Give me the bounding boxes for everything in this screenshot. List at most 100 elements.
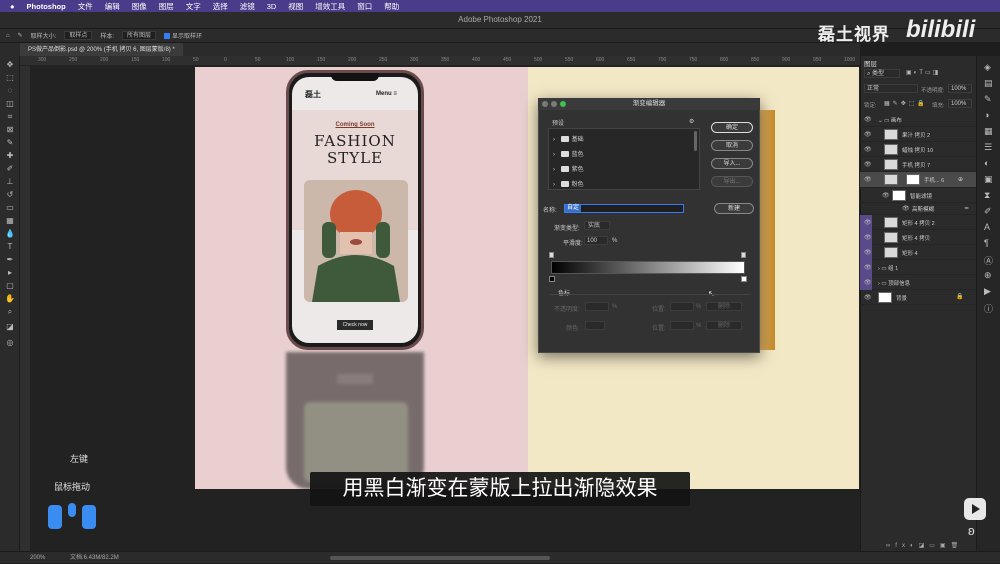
- layer-actions[interactable]: ∞fx◐◪▭▣🗑: [886, 542, 963, 549]
- quick-mask-icon[interactable]: ◎: [4, 338, 16, 348]
- delete-color-button[interactable]: 删除: [706, 321, 742, 330]
- menu-3d[interactable]: 3D: [267, 2, 277, 11]
- opacity-stop-left[interactable]: [549, 252, 554, 258]
- layer-row-background[interactable]: 👁 背景 🔒: [860, 290, 976, 305]
- zoom-tool-icon[interactable]: ⌕: [4, 307, 16, 317]
- eye-icon[interactable]: 👁: [902, 205, 910, 212]
- eye-icon[interactable]: 👁: [864, 116, 872, 123]
- layer-row[interactable]: 👁 矩形 4 拷贝 2: [860, 215, 976, 230]
- color-location-input[interactable]: [670, 321, 694, 330]
- menu-filter[interactable]: 滤镜: [240, 1, 255, 12]
- filter-options-icon[interactable]: ≂: [964, 205, 969, 212]
- opacity-location-input[interactable]: [670, 302, 694, 311]
- eye-icon[interactable]: 👁: [864, 294, 872, 301]
- preset-folder[interactable]: › 基础: [553, 134, 584, 143]
- marquee-tool-icon[interactable]: ⬚: [4, 73, 16, 83]
- layers-tab[interactable]: 图层: [864, 58, 877, 68]
- layer-row-selected[interactable]: 👁 手机... 6 ⊕: [860, 172, 976, 188]
- eyedropper-tool-icon[interactable]: ✎: [4, 138, 16, 148]
- layer-row[interactable]: 👁 果汁 拷贝 2: [860, 127, 976, 142]
- menu-plugins[interactable]: 增效工具: [315, 1, 345, 12]
- color-stop-left[interactable]: [549, 276, 555, 282]
- menu-file[interactable]: 文件: [78, 1, 93, 12]
- blur-tool-icon[interactable]: 💧: [4, 229, 16, 239]
- menu-help[interactable]: 帮助: [384, 1, 399, 12]
- color-swatches-icon[interactable]: ◪: [4, 322, 16, 332]
- close-icon[interactable]: [542, 101, 548, 107]
- paths-icon[interactable]: ✎: [984, 94, 992, 105]
- preset-folder[interactable]: › 蓝色: [553, 149, 584, 158]
- menu-window[interactable]: 窗口: [357, 1, 372, 12]
- import-button[interactable]: 导入...: [711, 158, 753, 169]
- eraser-tool-icon[interactable]: ▭: [4, 203, 16, 213]
- navigator-icon[interactable]: ⊕: [984, 270, 992, 281]
- adjustments-icon[interactable]: ◐: [984, 158, 989, 168]
- glyphs-icon[interactable]: Ⓐ: [984, 254, 993, 267]
- properties-icon[interactable]: ☰: [984, 142, 992, 153]
- name-input[interactable]: [564, 204, 684, 213]
- layer-group-canvas[interactable]: 👁 ⌄ ▭ 画布: [860, 112, 976, 127]
- layer-kind-filter[interactable]: ⌕ 类型: [864, 69, 900, 78]
- healing-tool-icon[interactable]: ✚: [4, 151, 16, 161]
- layer-row[interactable]: 👁 蜡烛 拷贝 10: [860, 142, 976, 157]
- info-icon[interactable]: ⓘ: [984, 302, 993, 315]
- path-select-icon[interactable]: ▸: [4, 268, 16, 278]
- eye-icon[interactable]: 👁: [882, 192, 890, 199]
- eye-icon[interactable]: 👁: [864, 234, 872, 241]
- paragraph-icon[interactable]: ¶: [984, 238, 989, 248]
- smart-filters-row[interactable]: 👁 智能滤镜: [860, 188, 976, 203]
- filter-row[interactable]: 👁 高斯模糊 ≂: [860, 203, 976, 215]
- zoom-icon[interactable]: [560, 101, 566, 107]
- filter-icons[interactable]: ▣◐T▭◨: [906, 69, 940, 76]
- sample-select[interactable]: 所有图层: [122, 31, 157, 40]
- layer-group[interactable]: 👁 › ▭ 顶部信息: [860, 275, 976, 290]
- eye-icon[interactable]: 👁: [864, 219, 872, 226]
- fill-input[interactable]: 100%: [948, 99, 972, 108]
- character-icon[interactable]: A: [984, 222, 990, 232]
- gear-icon[interactable]: ⚙: [689, 118, 694, 125]
- menu-type[interactable]: 文字: [186, 1, 201, 12]
- gradient-type-select[interactable]: 实底: [584, 221, 610, 230]
- ok-button[interactable]: 确定: [711, 122, 753, 133]
- presets-list[interactable]: › 基础 › 蓝色 › 紫色 › 粉色: [548, 128, 700, 190]
- opacity-input[interactable]: [585, 302, 609, 311]
- color-stop-right[interactable]: [741, 276, 747, 282]
- preset-folder[interactable]: › 紫色: [553, 164, 584, 173]
- object-select-icon[interactable]: ◫: [4, 99, 16, 109]
- actions-icon[interactable]: ▶: [984, 286, 991, 297]
- frame-tool-icon[interactable]: ⊠: [4, 125, 16, 135]
- horizontal-scrollbar[interactable]: [330, 556, 550, 560]
- delete-opacity-button[interactable]: 删除: [706, 302, 742, 311]
- eye-icon[interactable]: 👁: [864, 264, 872, 271]
- eye-icon[interactable]: 👁: [864, 176, 872, 183]
- cancel-button[interactable]: 取消: [711, 140, 753, 151]
- hand-tool-icon[interactable]: ✋: [4, 294, 16, 304]
- export-button[interactable]: 导出...: [711, 176, 753, 187]
- presets-scrollbar[interactable]: [694, 131, 697, 151]
- history-brush-icon[interactable]: ↺: [4, 190, 16, 200]
- menu-layer[interactable]: 图层: [159, 1, 174, 12]
- menu-select[interactable]: 选择: [213, 1, 228, 12]
- minimize-icon[interactable]: [551, 101, 557, 107]
- history-icon[interactable]: ⧗: [984, 190, 990, 201]
- apple-icon[interactable]: ●: [10, 2, 15, 11]
- channels-icon[interactable]: ▤: [984, 78, 993, 89]
- pen-tool-icon[interactable]: ✒: [4, 255, 16, 265]
- preset-folder[interactable]: › 粉色: [553, 179, 584, 188]
- move-tool-icon[interactable]: ✥: [4, 60, 16, 70]
- zoom-level[interactable]: 200%: [30, 552, 45, 564]
- libraries-icon[interactable]: ▣: [984, 174, 993, 185]
- show-ring-checkbox[interactable]: 显示取样环: [164, 31, 202, 40]
- menu-image[interactable]: 图像: [132, 1, 147, 12]
- eyedropper-icon[interactable]: ✎: [18, 32, 23, 39]
- shape-tool-icon[interactable]: ▢: [4, 281, 16, 291]
- layers-icon[interactable]: ◈: [984, 62, 991, 73]
- eye-icon[interactable]: 👁: [864, 279, 872, 286]
- smoothness-input[interactable]: 100: [584, 236, 608, 245]
- eye-icon[interactable]: 👁: [864, 131, 872, 138]
- gradient-bar[interactable]: [551, 261, 745, 274]
- gradient-tool-icon[interactable]: ▦: [4, 216, 16, 226]
- eye-icon[interactable]: 👁: [864, 161, 872, 168]
- opacity-stop-right[interactable]: [741, 252, 746, 258]
- layer-row[interactable]: 👁 手机 拷贝 7: [860, 157, 976, 172]
